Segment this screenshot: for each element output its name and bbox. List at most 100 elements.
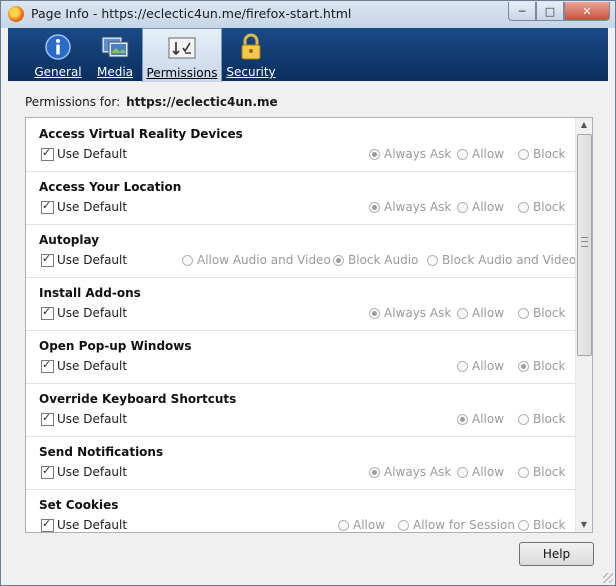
permission-name: Install Add-ons bbox=[39, 286, 141, 300]
radio-block[interactable] bbox=[518, 202, 529, 213]
radio-allow-audio-video[interactable] bbox=[182, 255, 193, 266]
radio-always-ask-label: Always Ask bbox=[384, 200, 452, 214]
radio-block-label: Block bbox=[533, 359, 566, 373]
window-title: Page Info - https://eclectic4un.me/firef… bbox=[31, 6, 352, 21]
radio-block[interactable] bbox=[518, 149, 529, 160]
scroll-down-arrow-icon[interactable]: ▼ bbox=[576, 518, 592, 532]
permission-row-shortcuts: Override Keyboard Shortcuts Use Default … bbox=[26, 383, 575, 437]
permission-name: Autoplay bbox=[39, 233, 100, 247]
lock-icon bbox=[241, 33, 261, 60]
minimize-icon: ─ bbox=[518, 4, 526, 18]
use-default-label: Use Default bbox=[57, 518, 128, 532]
scroll-thumb[interactable] bbox=[577, 134, 592, 356]
radio-block-audio-video[interactable] bbox=[427, 255, 438, 266]
radio-allow[interactable] bbox=[457, 414, 468, 425]
radio-allow-session[interactable] bbox=[398, 520, 409, 531]
permission-row-popups: Open Pop-up Windows Use Default Allow Bl… bbox=[26, 330, 575, 384]
use-default-checkbox[interactable] bbox=[41, 199, 54, 214]
permission-row-addons: Install Add-ons Use Default Always Ask A… bbox=[26, 277, 575, 331]
permission-name: Access Virtual Reality Devices bbox=[39, 127, 243, 141]
use-default-checkbox[interactable] bbox=[41, 411, 54, 426]
radio-always-ask[interactable] bbox=[369, 149, 380, 160]
tab-media[interactable]: Media bbox=[92, 28, 138, 81]
permission-row-cookies: Set Cookies Use Default Allow Allow for … bbox=[26, 489, 575, 532]
radio-always-ask[interactable] bbox=[369, 467, 380, 478]
radio-allow-label: Allow bbox=[353, 518, 386, 532]
radio-allow[interactable] bbox=[338, 520, 349, 531]
tab-security[interactable]: Security bbox=[226, 28, 276, 81]
permission-name: Override Keyboard Shortcuts bbox=[39, 392, 237, 406]
permission-name: Send Notifications bbox=[39, 445, 164, 459]
use-default-label: Use Default bbox=[57, 465, 128, 479]
radio-block-audio-label: Block Audio bbox=[348, 253, 419, 267]
radio-block-audio[interactable] bbox=[333, 255, 344, 266]
radio-allow[interactable] bbox=[457, 308, 468, 319]
help-button[interactable]: Help bbox=[519, 542, 594, 566]
title-bar[interactable]: Page Info - https://eclectic4un.me/firef… bbox=[1, 1, 615, 28]
tab-permissions[interactable]: Permissions bbox=[142, 28, 222, 82]
radio-allow-audio-video-label: Allow Audio and Video bbox=[197, 253, 331, 267]
use-default-checkbox[interactable] bbox=[41, 464, 54, 479]
radio-block[interactable] bbox=[518, 414, 529, 425]
radio-allow-label: Allow bbox=[472, 412, 505, 426]
permission-row-location: Access Your Location Use Default Always … bbox=[26, 171, 575, 225]
maximize-button[interactable]: □ bbox=[536, 2, 564, 21]
firefox-icon bbox=[8, 6, 24, 22]
use-default-checkbox[interactable] bbox=[41, 252, 54, 267]
media-icon bbox=[101, 36, 129, 58]
permission-row-notifications: Send Notifications Use Default Always As… bbox=[26, 436, 575, 490]
radio-block-audio-video-label: Block Audio and Video bbox=[442, 253, 577, 267]
permission-name: Set Cookies bbox=[39, 498, 119, 512]
close-button[interactable]: ✕ bbox=[564, 2, 610, 21]
radio-block-label: Block bbox=[533, 147, 566, 161]
page-info-window: Page Info - https://eclectic4un.me/firef… bbox=[0, 0, 616, 586]
permission-row-autoplay: Autoplay Use Default Allow Audio and Vid… bbox=[26, 224, 577, 278]
radio-allow-label: Allow bbox=[472, 359, 505, 373]
use-default-checkbox[interactable] bbox=[41, 517, 54, 532]
tab-toolbar: General Media Permissions Security bbox=[8, 28, 608, 82]
tab-security-label: Security bbox=[226, 65, 276, 79]
radio-allow-label: Allow bbox=[472, 147, 505, 161]
radio-always-ask-label: Always Ask bbox=[384, 465, 452, 479]
tab-general[interactable]: General bbox=[30, 28, 86, 81]
radio-always-ask-label: Always Ask bbox=[384, 306, 452, 320]
radio-allow[interactable] bbox=[457, 149, 468, 160]
radio-block[interactable] bbox=[518, 467, 529, 478]
use-default-checkbox[interactable] bbox=[41, 358, 54, 373]
permissions-for: Permissions for: https://eclectic4un.me bbox=[25, 95, 278, 109]
use-default-label: Use Default bbox=[57, 200, 128, 214]
scroll-up-arrow-icon[interactable]: ▲ bbox=[576, 118, 592, 132]
use-default-label: Use Default bbox=[57, 306, 128, 320]
radio-allow[interactable] bbox=[457, 202, 468, 213]
radio-block-label: Block bbox=[533, 465, 566, 479]
permission-name: Access Your Location bbox=[39, 180, 182, 194]
radio-allow-session-label: Allow for Session bbox=[413, 518, 515, 532]
radio-block[interactable] bbox=[518, 361, 529, 372]
permissions-icon bbox=[168, 37, 196, 59]
radio-block[interactable] bbox=[518, 520, 529, 531]
permissions-list[interactable]: Access Virtual Reality Devices Use Defau… bbox=[25, 117, 593, 533]
permissions-host: https://eclectic4un.me bbox=[126, 95, 278, 109]
radio-always-ask[interactable] bbox=[369, 308, 380, 319]
radio-allow-label: Allow bbox=[472, 306, 505, 320]
window-controls: ─ □ ✕ bbox=[508, 2, 610, 21]
use-default-checkbox[interactable] bbox=[41, 146, 54, 161]
radio-always-ask-label: Always Ask bbox=[384, 147, 452, 161]
radio-allow-label: Allow bbox=[472, 200, 505, 214]
radio-always-ask[interactable] bbox=[369, 202, 380, 213]
radio-allow[interactable] bbox=[457, 467, 468, 478]
radio-allow[interactable] bbox=[457, 361, 468, 372]
radio-block-label: Block bbox=[533, 518, 566, 532]
use-default-checkbox[interactable] bbox=[41, 305, 54, 320]
permission-row-vr: Access Virtual Reality Devices Use Defau… bbox=[26, 118, 575, 172]
permission-name: Open Pop-up Windows bbox=[39, 339, 192, 353]
radio-allow-label: Allow bbox=[472, 465, 505, 479]
vertical-scrollbar[interactable]: ▲ ▼ bbox=[575, 118, 592, 532]
radio-block-label: Block bbox=[533, 412, 566, 426]
radio-block[interactable] bbox=[518, 308, 529, 319]
minimize-button[interactable]: ─ bbox=[508, 2, 536, 21]
use-default-label: Use Default bbox=[57, 253, 128, 267]
permissions-for-label: Permissions for: bbox=[25, 95, 121, 109]
tab-media-label: Media bbox=[96, 65, 134, 79]
resize-grip-icon[interactable] bbox=[603, 573, 613, 583]
